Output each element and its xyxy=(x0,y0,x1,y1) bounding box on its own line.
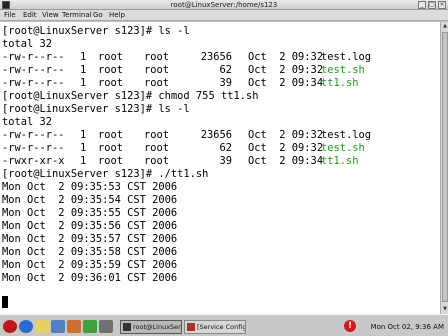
shell-prompt-line: [root@LinuxServer s123]# chmod 755 tt1.s… xyxy=(2,90,259,102)
file-date: Oct 2 09:32 xyxy=(248,129,324,141)
output-line: total 32 xyxy=(2,116,53,128)
task-label: root@LinuxServer xyxy=(133,323,181,331)
writer-icon[interactable] xyxy=(51,320,65,333)
output-line: Mon Oct 2 09:36:01 CST 2006 xyxy=(2,272,178,284)
file-size: 39 xyxy=(219,77,232,89)
file-links: 1 xyxy=(80,142,87,154)
scroll-down-icon[interactable]: ▼ xyxy=(442,306,448,313)
file-owner: root xyxy=(98,64,124,76)
menu-edit[interactable]: Edit xyxy=(23,10,37,21)
file-group: root xyxy=(144,129,170,141)
file-name: test.sh xyxy=(321,64,365,76)
mail-icon[interactable] xyxy=(35,320,49,333)
minimize-button[interactable]: _ xyxy=(418,1,426,9)
file-date: Oct 2 09:32 xyxy=(248,51,324,63)
file-owner: root xyxy=(98,77,124,89)
scroll-up-icon[interactable]: ▲ xyxy=(442,23,448,30)
output-line: Mon Oct 2 09:35:55 CST 2006 xyxy=(2,207,178,219)
file-perms: -rw-r--r-- xyxy=(2,77,65,89)
file-links: 1 xyxy=(80,64,87,76)
file-name: test.log xyxy=(321,129,372,141)
file-listing-row: -rwxr-xr-x 1 root root 39 Oct 2 09:34 tt1.sh xyxy=(2,155,438,168)
file-date: Oct 2 09:34 xyxy=(248,77,324,89)
file-name: tt1.sh xyxy=(321,155,359,167)
vertical-scrollbar[interactable]: ▲ ▼ xyxy=(440,22,448,314)
file-group: root xyxy=(144,77,170,89)
globe-icon[interactable] xyxy=(19,320,33,333)
shell-prompt-line: [root@LinuxServer s123]# ls -l xyxy=(2,103,190,115)
file-perms: -rwxr-xr-x xyxy=(2,155,65,167)
task-service-config[interactable]: [Service Configu xyxy=(184,320,246,334)
printer-icon[interactable] xyxy=(99,320,113,333)
menu-go[interactable]: Go xyxy=(93,10,103,21)
file-listing-row: -rw-r--r-- 1 root root 23656 Oct 2 09:32 test.… xyxy=(2,129,438,142)
maximize-button[interactable]: □ xyxy=(428,1,436,9)
shell-prompt-line: [root@LinuxServer s123]# ./tt1.sh xyxy=(2,168,209,180)
file-date: Oct 2 09:34 xyxy=(248,155,324,167)
calc-icon[interactable] xyxy=(83,320,97,333)
file-perms: -rw-r--r-- xyxy=(2,129,65,141)
output-line: Mon Oct 2 09:35:54 CST 2006 xyxy=(2,194,178,206)
file-name: tt1.sh xyxy=(321,77,359,89)
shell-prompt-line: [root@LinuxServer s123]# ls -l xyxy=(2,25,190,37)
task-terminal[interactable]: root@LinuxServer xyxy=(120,320,182,334)
output-line: Mon Oct 2 09:35:58 CST 2006 xyxy=(2,246,178,258)
file-links: 1 xyxy=(80,155,87,167)
file-date: Oct 2 09:32 xyxy=(248,142,324,154)
menu-terminal[interactable]: Terminal xyxy=(62,10,92,21)
file-perms: -rw-r--r-- xyxy=(2,142,65,154)
scrollbar-thumb[interactable] xyxy=(442,32,448,302)
service-task-icon xyxy=(187,323,195,331)
menubar: File Edit View Terminal Go Help xyxy=(0,10,448,21)
file-owner: root xyxy=(98,129,124,141)
menu-view[interactable]: View xyxy=(42,10,59,21)
file-listing-row: -rw-r--r-- 1 root root 62 Oct 2 09:32 test.sh xyxy=(2,64,438,77)
file-size: 23656 xyxy=(200,129,232,141)
output-line: Mon Oct 2 09:35:53 CST 2006 xyxy=(2,181,178,193)
file-size: 23656 xyxy=(200,51,232,63)
file-owner: root xyxy=(98,51,124,63)
file-group: root xyxy=(144,142,170,154)
close-button[interactable]: × xyxy=(438,1,446,9)
file-links: 1 xyxy=(80,129,87,141)
output-line: Mon Oct 2 09:35:56 CST 2006 xyxy=(2,220,178,232)
file-date: Oct 2 09:32 xyxy=(248,64,324,76)
taskbar: root@LinuxServer [Service Configu ! Mon … xyxy=(0,314,448,336)
file-size: 39 xyxy=(219,155,232,167)
text-cursor xyxy=(2,296,8,308)
window-titlebar[interactable]: root@LinuxServer:/home/s123 _ □ × xyxy=(0,0,448,10)
output-line: Mon Oct 2 09:35:59 CST 2006 xyxy=(2,259,178,271)
file-group: root xyxy=(144,64,170,76)
output-line: total 32 xyxy=(2,38,53,50)
impress-icon[interactable] xyxy=(67,320,81,333)
menu-file[interactable]: File xyxy=(4,10,16,21)
file-owner: root xyxy=(98,155,124,167)
file-size: 62 xyxy=(219,142,232,154)
file-group: root xyxy=(144,51,170,63)
task-label: [Service Configu xyxy=(197,323,246,331)
red-hat-menu-icon[interactable] xyxy=(3,320,17,333)
file-listing-row: -rw-r--r-- 1 root root 23656 Oct 2 09:32 test.… xyxy=(2,51,438,64)
file-name: test.log xyxy=(321,51,372,63)
terminal-task-icon xyxy=(123,323,131,331)
file-perms: -rw-r--r-- xyxy=(2,64,65,76)
file-owner: root xyxy=(98,142,124,154)
clock: Mon Oct 02, 9:36 AM xyxy=(370,323,444,331)
file-links: 1 xyxy=(80,51,87,63)
file-name: test.sh xyxy=(321,142,365,154)
window-title: root@LinuxServer:/home/s123 xyxy=(170,1,278,9)
alert-icon[interactable]: ! xyxy=(344,320,356,332)
file-group: root xyxy=(144,155,170,167)
file-perms: -rw-r--r-- xyxy=(2,51,65,63)
file-links: 1 xyxy=(80,77,87,89)
file-listing-row: -rw-r--r-- 1 root root 39 Oct 2 09:34 tt1.sh xyxy=(2,77,438,90)
file-listing-row: -rw-r--r-- 1 root root 62 Oct 2 09:32 test.sh xyxy=(2,142,438,155)
output-line: Mon Oct 2 09:35:57 CST 2006 xyxy=(2,233,178,245)
file-size: 62 xyxy=(219,64,232,76)
terminal-output[interactable]: Mon Oct 2 09:36:01 CST 2006 Mon Oct 2 09:… xyxy=(0,22,440,314)
menu-help[interactable]: Help xyxy=(109,10,125,21)
